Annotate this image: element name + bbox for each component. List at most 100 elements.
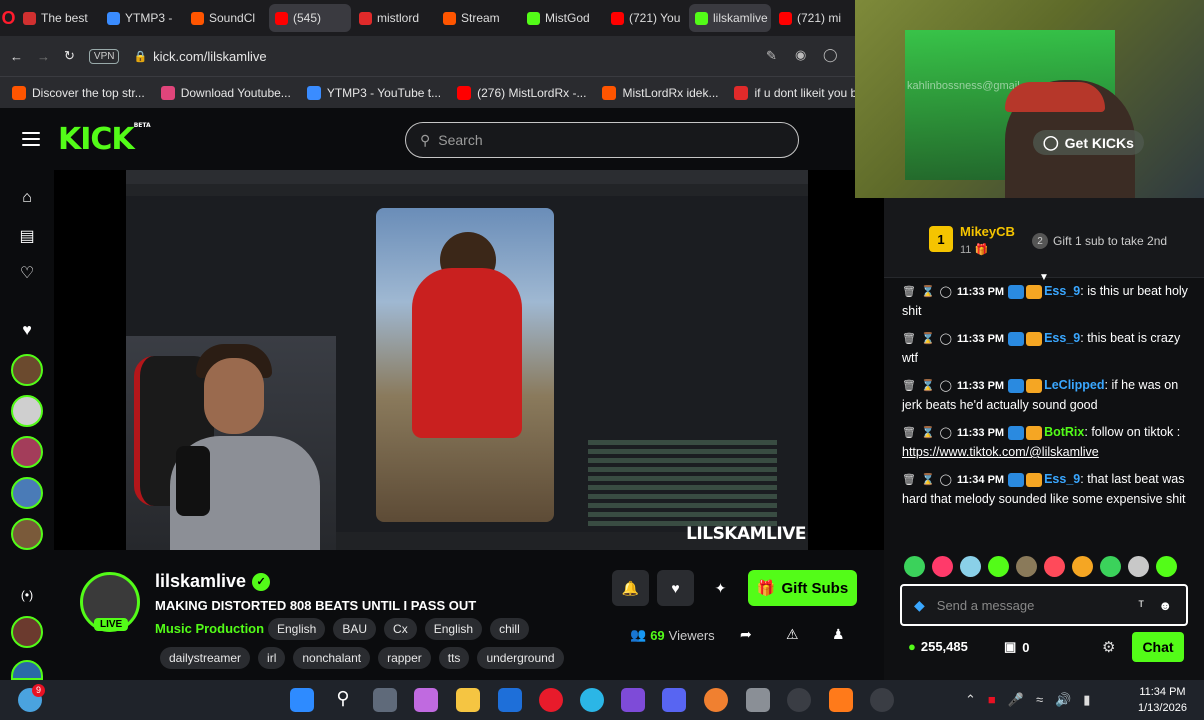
emoji-icon[interactable]: ☻ [1158, 598, 1172, 613]
delete-message-icon[interactable]: 🗑 [902, 333, 916, 345]
gift-subs-button[interactable]: 🎁 Gift Subs [748, 570, 857, 606]
delete-message-icon[interactable]: 🗑 [902, 286, 916, 298]
chat-settings-gear-icon[interactable]: ⚙ [1102, 638, 1115, 656]
vpn-badge[interactable]: VPN [88, 48, 120, 64]
microphone-icon[interactable]: 🎤 [1008, 692, 1024, 708]
mod-shield-icon[interactable]: ◯ [940, 286, 952, 298]
timeout-icon[interactable]: ⌛ [921, 333, 935, 345]
search-icon[interactable]: ⚲ [331, 688, 355, 712]
emote-icon[interactable] [1100, 556, 1121, 577]
browse-icon[interactable]: ▤ [17, 226, 37, 246]
back-icon[interactable]: ← [10, 49, 23, 64]
browser-tab[interactable]: (721) mi [773, 4, 855, 32]
browser-tab[interactable]: YTMP3 - [101, 4, 183, 32]
profile-icon[interactable]: ♟ [832, 626, 845, 643]
drops-counter[interactable]: ▣ 0 [1004, 639, 1030, 655]
browser-tab[interactable]: (721) You [605, 4, 687, 32]
recommended-channel-avatar[interactable] [11, 616, 43, 648]
wifi-icon[interactable]: ≈ [1036, 692, 1043, 708]
emote-icon[interactable] [1072, 556, 1093, 577]
bookmark-item[interactable]: (276) MistLordRx -... [457, 85, 586, 100]
outlook-icon[interactable] [498, 688, 522, 712]
edge-icon[interactable] [580, 688, 604, 712]
delete-message-icon[interactable]: 🗑 [902, 427, 916, 439]
tag-chip[interactable]: irl [258, 647, 286, 669]
delete-message-icon[interactable]: 🗑 [902, 380, 916, 392]
follow-heart-button[interactable]: ♥ [657, 570, 694, 606]
tts-icon[interactable]: ᵀ [1138, 598, 1144, 613]
message-username[interactable]: LeClipped [1044, 378, 1104, 392]
chat-message-input[interactable]: ◆ Send a message ᵀ ☻ [900, 584, 1188, 626]
browser-tab[interactable]: MistGod [521, 4, 603, 32]
video-player[interactable]: LILSKAMLIVE [54, 170, 884, 550]
volume-icon[interactable]: 🔊 [1055, 692, 1071, 708]
forward-icon[interactable]: → [37, 49, 50, 64]
tag-chip[interactable]: underground [477, 647, 564, 669]
timeout-icon[interactable]: ⌛ [921, 380, 935, 392]
chevron-up-icon[interactable]: ⌃ [965, 692, 976, 708]
followed-channel-avatar[interactable] [11, 354, 43, 386]
browser-tab[interactable]: (545) [269, 4, 351, 32]
tag-chip[interactable]: nonchalant [293, 647, 371, 669]
report-icon[interactable]: ⚠ [786, 626, 799, 643]
message-username[interactable]: Ess_9 [1044, 472, 1080, 486]
tag-chip[interactable]: dailystreamer [160, 647, 251, 669]
browser-tab[interactable]: The best [17, 4, 99, 32]
clipchamp-icon[interactable] [621, 688, 645, 712]
mod-shield-icon[interactable]: ◯ [940, 474, 952, 486]
timeout-icon[interactable]: ⌛ [921, 474, 935, 486]
emote-icon[interactable] [1128, 556, 1149, 577]
browser-tab[interactable]: SoundCl [185, 4, 267, 32]
file-explorer-icon[interactable] [456, 688, 480, 712]
emote-icon[interactable] [1156, 556, 1177, 577]
notification-bell-button[interactable]: 🔔 [612, 570, 649, 606]
chat-send-button[interactable]: Chat [1132, 632, 1184, 662]
camera-app-icon[interactable] [746, 688, 770, 712]
media-player-icon[interactable] [870, 688, 894, 712]
browser-tab[interactable]: lilskamlive [689, 4, 771, 32]
message-username[interactable]: Ess_9 [1044, 284, 1080, 298]
bookmark-item[interactable]: if u dont likeit you b... [734, 85, 867, 100]
tag-chip[interactable]: English [268, 618, 326, 640]
category-link[interactable]: Music Production [155, 621, 264, 636]
channel-points[interactable]: ● 255,485 [908, 639, 968, 654]
app-icon[interactable] [704, 688, 728, 712]
tag-chip[interactable]: chill [490, 618, 529, 640]
emote-icon[interactable] [1016, 556, 1037, 577]
following-heart-icon[interactable]: ♡ [17, 263, 37, 283]
mod-shield-icon[interactable]: ◯ [940, 333, 952, 345]
system-clock[interactable]: 11:34 PM 1/13/2026 [1138, 684, 1187, 716]
home-icon[interactable]: ⌂ [17, 188, 37, 208]
live-broadcast-icon[interactable]: (•) [17, 585, 37, 605]
timeout-icon[interactable]: ⌛ [921, 427, 935, 439]
tray-app-icon[interactable]: ■ [988, 692, 996, 708]
discord-icon[interactable] [662, 688, 686, 712]
leader-name[interactable]: MikeyCB [960, 224, 1015, 239]
mod-shield-icon[interactable]: ◯ [940, 380, 952, 392]
opera-taskbar-icon[interactable] [539, 688, 563, 712]
delete-message-icon[interactable]: 🗑 [902, 474, 916, 486]
task-view-icon[interactable] [373, 688, 397, 712]
tag-chip[interactable]: Cx [384, 618, 417, 640]
shield-icon[interactable]: ◯ [823, 47, 838, 63]
bookmark-item[interactable]: Discover the top str... [12, 85, 145, 100]
followed-channel-avatar[interactable] [11, 477, 43, 509]
lock-icon[interactable]: 🔒 [133, 50, 147, 63]
opera-logo-icon[interactable]: O [0, 0, 17, 36]
kick-logo[interactable]: KICKBETA [58, 122, 151, 157]
mod-shield-icon[interactable]: ◯ [940, 427, 952, 439]
emote-icon[interactable] [904, 556, 925, 577]
menu-icon[interactable] [22, 132, 40, 150]
followed-channel-avatar[interactable] [11, 518, 43, 550]
bookmark-item[interactable]: MistLordRx idek... [602, 85, 718, 100]
tag-chip[interactable]: BAU [333, 618, 377, 640]
recommended-channel-avatar[interactable] [11, 660, 43, 680]
camera-icon[interactable]: ◉ [795, 47, 806, 63]
message-username[interactable]: BotRix [1044, 425, 1084, 439]
tag-chip[interactable]: rapper [378, 647, 431, 669]
browser-tab[interactable]: mistlord [353, 4, 435, 32]
timeout-icon[interactable]: ⌛ [921, 286, 935, 298]
bookmark-item[interactable]: YTMP3 - YouTube t... [306, 85, 441, 100]
reload-icon[interactable]: ↻ [64, 48, 75, 64]
message-link[interactable]: https://www.tiktok.com/@lilskamlive [902, 445, 1099, 459]
